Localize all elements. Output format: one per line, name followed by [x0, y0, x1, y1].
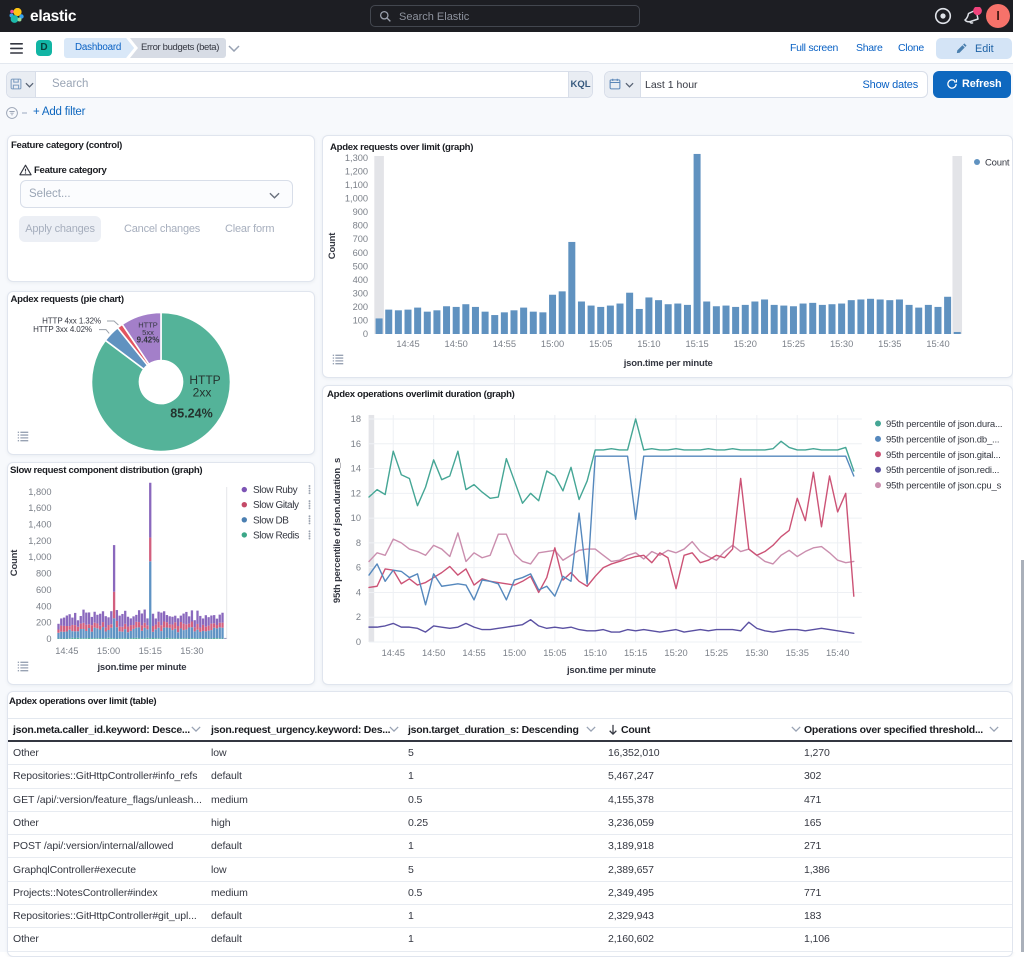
svg-text:14:45: 14:45 [55, 646, 78, 656]
svg-text:400: 400 [353, 275, 369, 285]
svg-text:14:45: 14:45 [382, 648, 405, 658]
svg-text:9.42%: 9.42% [137, 336, 160, 345]
svg-text:json.time per minute: json.time per minute [566, 665, 656, 676]
svg-text:14:45: 14:45 [396, 339, 419, 349]
svg-text:1,800: 1,800 [28, 487, 51, 497]
svg-text:15:05: 15:05 [589, 339, 612, 349]
svg-text:15:15: 15:15 [139, 646, 162, 656]
svg-text:800: 800 [353, 221, 369, 231]
svg-text:95th percentile of json.dura..: 95th percentile of json.dura... [886, 419, 1002, 430]
svg-text:15:15: 15:15 [685, 339, 708, 349]
svg-text:15:30: 15:30 [180, 646, 203, 656]
svg-text:Count: Count [9, 549, 20, 576]
svg-text:85.24%: 85.24% [170, 407, 212, 421]
svg-text:HTTP 3xx 4.02%: HTTP 3xx 4.02% [33, 325, 92, 334]
svg-text:json.time per minute: json.time per minute [96, 662, 186, 673]
svg-text:700: 700 [353, 234, 369, 244]
svg-text:18: 18 [351, 414, 361, 424]
svg-text:15:00: 15:00 [97, 646, 120, 656]
svg-text:14:55: 14:55 [493, 339, 516, 349]
svg-text:95th percentile of json.redi..: 95th percentile of json.redi... [886, 465, 999, 476]
svg-text:Slow Ruby: Slow Ruby [253, 485, 298, 496]
svg-text:Slow Redis: Slow Redis [253, 530, 299, 541]
svg-text:15:00: 15:00 [541, 339, 564, 349]
svg-text:1,300: 1,300 [345, 153, 368, 163]
svg-text:200: 200 [36, 618, 52, 628]
svg-text:0: 0 [363, 329, 368, 339]
svg-text:Slow Gitaly: Slow Gitaly [253, 500, 299, 511]
svg-text:14:50: 14:50 [422, 648, 445, 658]
svg-text:15:40: 15:40 [826, 648, 849, 658]
svg-text:15:10: 15:10 [637, 339, 660, 349]
svg-text:16: 16 [351, 439, 361, 449]
svg-text:15:20: 15:20 [734, 339, 757, 349]
svg-text:12: 12 [351, 488, 361, 498]
svg-text:15:00: 15:00 [503, 648, 526, 658]
svg-text:Count: Count [327, 232, 338, 259]
svg-text:1,600: 1,600 [28, 503, 51, 513]
svg-text:1,000: 1,000 [28, 552, 51, 562]
svg-text:95th percentile of json.gital.: 95th percentile of json.gital... [886, 450, 1001, 461]
svg-text:15:40: 15:40 [926, 339, 949, 349]
svg-text:400: 400 [36, 601, 52, 611]
svg-text:15:35: 15:35 [786, 648, 809, 658]
svg-text:15:25: 15:25 [782, 339, 805, 349]
svg-text:json.time per minute: json.time per minute [623, 358, 713, 369]
svg-text:95th percentile of json.db_...: 95th percentile of json.db_... [886, 434, 999, 445]
svg-text:14:55: 14:55 [462, 648, 485, 658]
svg-text:15:20: 15:20 [664, 648, 687, 658]
svg-text:900: 900 [353, 207, 369, 217]
svg-text:15:35: 15:35 [878, 339, 901, 349]
svg-text:600: 600 [36, 585, 52, 595]
svg-text:95th percentile of json.cpu_s: 95th percentile of json.cpu_s [886, 481, 1002, 492]
svg-text:1,200: 1,200 [345, 167, 368, 177]
svg-text:4: 4 [356, 587, 361, 597]
svg-text:600: 600 [353, 248, 369, 258]
svg-text:10: 10 [351, 513, 361, 523]
svg-text:15:05: 15:05 [543, 648, 566, 658]
svg-text:0: 0 [46, 634, 51, 644]
svg-text:1,200: 1,200 [28, 536, 51, 546]
svg-text:300: 300 [353, 288, 369, 298]
svg-text:95th percentile of json.durati: 95th percentile of json.duration_s [332, 458, 343, 603]
svg-text:1,400: 1,400 [28, 519, 51, 529]
svg-text:6: 6 [356, 563, 361, 573]
svg-text:8: 8 [356, 538, 361, 548]
svg-text:2: 2 [356, 612, 361, 622]
svg-text:1,100: 1,100 [345, 180, 368, 190]
svg-text:1,000: 1,000 [345, 194, 368, 204]
svg-text:15:30: 15:30 [745, 648, 768, 658]
svg-text:14: 14 [351, 464, 361, 474]
svg-text:Slow DB: Slow DB [253, 515, 289, 526]
svg-text:14:50: 14:50 [445, 339, 468, 349]
svg-text:15:25: 15:25 [705, 648, 728, 658]
svg-text:100: 100 [353, 315, 369, 325]
svg-text:2xx: 2xx [193, 386, 212, 400]
svg-text:15:15: 15:15 [624, 648, 647, 658]
svg-text:500: 500 [353, 261, 369, 271]
svg-text:800: 800 [36, 569, 52, 579]
svg-text:200: 200 [353, 302, 369, 312]
svg-text:Count: Count [985, 158, 1010, 169]
svg-text:0: 0 [356, 637, 361, 647]
svg-text:15:10: 15:10 [584, 648, 607, 658]
svg-text:15:30: 15:30 [830, 339, 853, 349]
